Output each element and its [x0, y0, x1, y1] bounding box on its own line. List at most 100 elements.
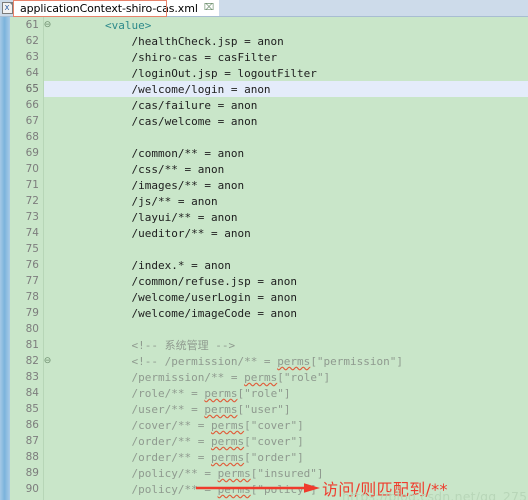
code-text: /welcome/userLogin = anon: [52, 291, 297, 304]
code-line[interactable]: 83 /permission/** = perms["role"]: [0, 369, 528, 385]
code-token: /welcome/userLogin = anon: [131, 290, 298, 304]
code-line[interactable]: 78 /welcome/userLogin = anon: [0, 289, 528, 305]
line-number: 80: [25, 323, 39, 336]
code-editor-area[interactable]: 61 ⊖ <value> 62 /healthCheck.jsp = anon 63 …: [0, 17, 528, 500]
code-line[interactable]: 71 /images/** = anon: [0, 177, 528, 193]
code-token: /role/** =: [131, 386, 205, 400]
code-line[interactable]: 63 /shiro-cas = casFilter: [0, 49, 528, 65]
code-line[interactable]: 86 /cover/** = perms["cover"]: [0, 417, 528, 433]
code-token: /cas/failure = anon: [131, 98, 258, 112]
code-line[interactable]: 75: [0, 241, 528, 257]
xml-file-icon: X: [0, 0, 14, 16]
code-line[interactable]: 70 /css/** = anon: [0, 161, 528, 177]
code-line[interactable]: 66 /cas/failure = anon: [0, 97, 528, 113]
code-text: /index.* = anon: [52, 259, 230, 272]
close-icon[interactable]: ⌧: [204, 4, 214, 13]
line-number: 73: [25, 211, 39, 224]
code-token: /images/** = anon: [131, 178, 245, 192]
line-number: 62: [25, 35, 39, 48]
code-line-background: [44, 241, 528, 257]
code-line[interactable]: 79 /welcome/imageCode = anon: [0, 305, 528, 321]
code-token: perms: [210, 450, 245, 464]
line-number: 78: [25, 291, 39, 304]
fold-toggle-icon[interactable]: ⊖: [43, 20, 52, 30]
code-line[interactable]: 67 /cas/welcome = anon: [0, 113, 528, 129]
code-line[interactable]: 85 /user/** = perms["user"]: [0, 401, 528, 417]
code-text: /ueditor/** = anon: [52, 226, 251, 240]
code-token: <value>: [104, 18, 152, 32]
code-text: <!-- 系统管理 -->: [52, 337, 235, 353]
xml-icon-glyph: X: [1, 2, 13, 14]
tab-title: applicationContext-shiro-cas.xml: [20, 2, 198, 15]
line-number: 85: [25, 403, 39, 416]
code-line[interactable]: 69 /common/** = anon: [0, 145, 528, 161]
code-token: /js/** = anon: [131, 194, 218, 208]
code-line[interactable]: 68: [0, 129, 528, 145]
code-token: /welcome/login = anon: [131, 82, 271, 96]
code-token: /css/** = anon: [131, 162, 225, 176]
code-line[interactable]: 81 <!-- 系统管理 -->: [0, 337, 528, 353]
code-token: /loginOut.jsp = logoutFilter: [131, 66, 317, 80]
code-line[interactable]: 64 /loginOut.jsp = logoutFilter: [0, 65, 528, 81]
code-token: /cas/welcome = anon: [131, 114, 258, 128]
code-token: <!-- /permission/** =: [131, 354, 278, 368]
code-token: /welcome/imageCode = anon: [131, 306, 298, 320]
code-token: /layui/** = anon: [131, 210, 238, 224]
code-line[interactable]: 76 /index.* = anon: [0, 257, 528, 273]
code-line[interactable]: 74 /ueditor/** = anon: [0, 225, 528, 241]
code-text: /user/** = perms["user"]: [52, 403, 290, 416]
code-token: perms: [244, 370, 278, 384]
code-line[interactable]: 62 /healthCheck.jsp = anon: [0, 33, 528, 49]
code-text: /policy/** = perms["insured"]: [52, 466, 323, 480]
code-token: perms: [217, 482, 251, 496]
code-token: ["policy"]: [250, 482, 317, 496]
code-token: ["order"]: [244, 450, 304, 464]
code-text: /images/** = anon: [52, 179, 244, 192]
code-text: /cas/welcome = anon: [52, 115, 257, 128]
code-line[interactable]: 77 /common/refuse.jsp = anon: [0, 273, 528, 289]
code-token: /ueditor/** = anon: [131, 226, 251, 240]
code-token: ["permission"]: [310, 354, 404, 368]
code-token: <!-- 系统管理 -->: [131, 339, 236, 353]
code-line[interactable]: 87 /order/** = perms["cover"]: [0, 433, 528, 449]
line-number: 63: [25, 51, 39, 64]
code-text: /welcome/imageCode = anon: [52, 307, 297, 320]
line-number: 66: [25, 99, 39, 112]
code-line[interactable]: 61 ⊖ <value>: [0, 17, 528, 33]
code-token: /healthCheck.jsp = anon: [131, 34, 284, 48]
code-line[interactable]: 84 /role/** = perms["role"]: [0, 385, 528, 401]
code-line-background: [44, 321, 528, 337]
code-token: perms: [210, 418, 245, 432]
line-number: 89: [25, 467, 39, 480]
code-token: /policy/** =: [131, 466, 218, 480]
code-line[interactable]: 82 ⊖ <!-- /permission/** = perms["permiss…: [0, 353, 528, 369]
code-line[interactable]: 88 /order/** = perms["order"]: [0, 449, 528, 465]
code-token: /order/** =: [131, 434, 211, 448]
code-line[interactable]: 65 /welcome/login = anon: [0, 81, 528, 98]
code-line[interactable]: 72 /js/** = anon: [0, 193, 528, 209]
tab-applicationcontext-shiro-cas-xml[interactable]: applicationContext-shiro-cas.xml ⌧: [14, 0, 220, 16]
line-number: 72: [25, 195, 39, 208]
code-token: ["role"]: [237, 386, 291, 400]
code-line[interactable]: 73 /layui/** = anon: [0, 209, 528, 225]
line-number: 79: [25, 307, 39, 320]
editor-tab-bar: X applicationContext-shiro-cas.xml ⌧: [0, 0, 528, 17]
code-token: ["cover"]: [244, 434, 304, 448]
line-number: 83: [25, 371, 39, 384]
fold-toggle-icon[interactable]: ⊖: [43, 356, 52, 366]
line-number: 67: [25, 115, 39, 128]
code-text: /order/** = perms["order"]: [52, 450, 304, 464]
code-token: /common/refuse.jsp = anon: [131, 274, 298, 288]
line-number: 64: [25, 67, 39, 80]
code-lines: 61 ⊖ <value> 62 /healthCheck.jsp = anon 63 …: [0, 17, 528, 500]
code-line[interactable]: 89 /policy/** = perms["insured"]: [0, 465, 528, 481]
code-token: /permission/** =: [131, 370, 245, 384]
line-number: 65: [25, 83, 39, 96]
code-token: perms: [210, 434, 245, 448]
code-token: ["user"]: [237, 402, 291, 416]
code-line[interactable]: 80: [0, 321, 528, 337]
line-number: 82: [25, 355, 39, 368]
line-number: 84: [25, 387, 39, 400]
line-number: 88: [25, 451, 39, 464]
code-text: /role/** = perms["role"]: [52, 387, 290, 400]
